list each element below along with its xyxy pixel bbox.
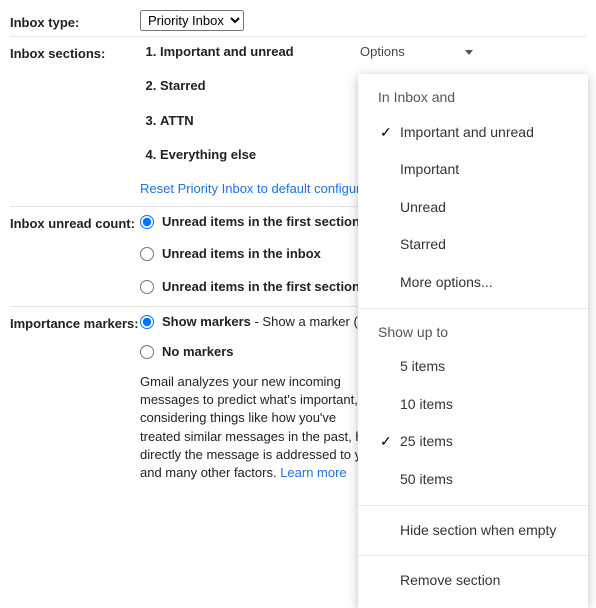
- section-options-menu: In Inbox and ✓ Important and unread Impo…: [358, 74, 588, 608]
- check-icon: ✓: [380, 123, 400, 143]
- no-markers-label: No markers: [162, 343, 234, 361]
- dropdown-filter-unread[interactable]: Unread: [358, 189, 588, 227]
- dropdown-filter-important-unread[interactable]: ✓ Important and unread: [358, 114, 588, 152]
- chevron-down-icon: [465, 50, 473, 55]
- dropdown-hide-when-empty[interactable]: Hide section when empty: [358, 512, 588, 550]
- section-options-button[interactable]: Options: [360, 43, 473, 61]
- dropdown-count-10[interactable]: 10 items: [358, 386, 588, 424]
- dropdown-filter-important[interactable]: Important: [358, 151, 588, 189]
- importance-markers-label: Importance markers:: [10, 311, 140, 333]
- inbox-sections-label: Inbox sections:: [10, 41, 140, 63]
- show-markers-radio[interactable]: [140, 315, 154, 329]
- no-markers-radio[interactable]: [140, 345, 154, 359]
- reset-inbox-link[interactable]: Reset Priority Inbox to default configur…: [140, 180, 389, 198]
- dropdown-filter-more-options[interactable]: More options...: [358, 264, 588, 302]
- dropdown-count-25[interactable]: ✓ 25 items: [358, 423, 588, 461]
- dropdown-separator: [358, 555, 588, 556]
- unread-count-radio-inbox[interactable]: [140, 247, 154, 261]
- dropdown-count-5[interactable]: 5 items: [358, 348, 588, 386]
- unread-count-option-label: Unread items in the inbox: [162, 245, 321, 263]
- dropdown-count-header: Show up to: [358, 315, 588, 349]
- dropdown-filter-header: In Inbox and: [358, 80, 588, 114]
- inbox-type-select[interactable]: Priority Inbox: [140, 10, 244, 31]
- dropdown-separator: [358, 308, 588, 309]
- unread-count-option-label: Unread items in the first section: [162, 213, 360, 231]
- dropdown-remove-section[interactable]: Remove section: [358, 562, 588, 600]
- unread-count-radio-first-section[interactable]: [140, 215, 154, 229]
- dropdown-filter-starred[interactable]: Starred: [358, 226, 588, 264]
- show-markers-suffix: - Show a marker (: [251, 314, 358, 329]
- inbox-type-label: Inbox type:: [10, 10, 140, 32]
- check-icon: ✓: [380, 432, 400, 452]
- show-markers-label: Show markers: [162, 314, 251, 329]
- unread-count-label: Inbox unread count:: [10, 211, 140, 233]
- dropdown-count-50[interactable]: 50 items: [358, 461, 588, 499]
- dropdown-separator: [358, 505, 588, 506]
- learn-more-link[interactable]: Learn more: [280, 465, 346, 480]
- unread-count-radio-both[interactable]: [140, 280, 154, 294]
